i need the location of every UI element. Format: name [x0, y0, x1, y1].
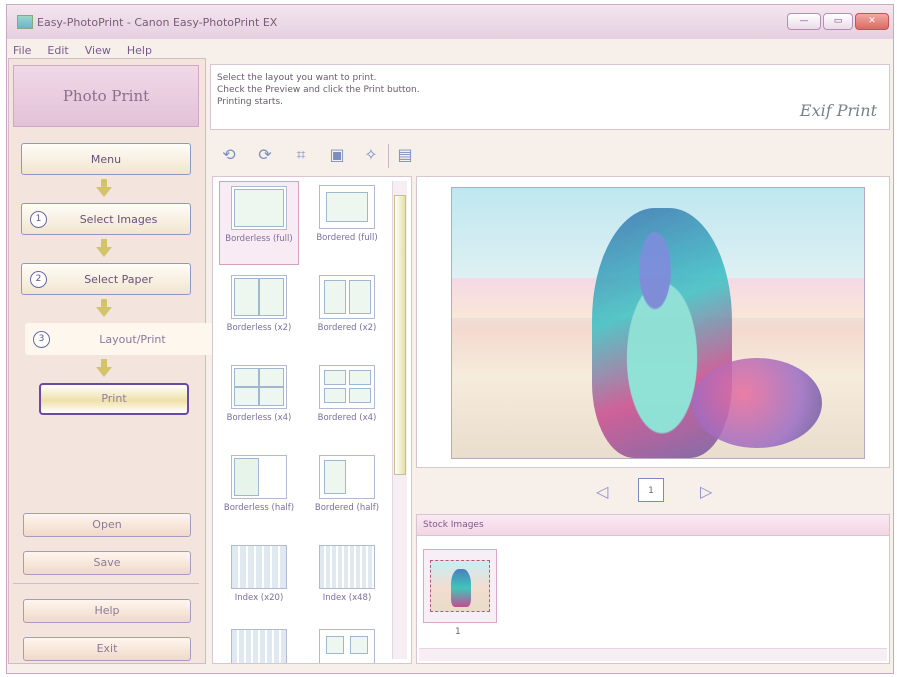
- menu-view[interactable]: View: [83, 44, 113, 57]
- menu-file[interactable]: File: [11, 44, 33, 57]
- layout-item[interactable]: [307, 625, 387, 663]
- layout-item[interactable]: Bordered (x4): [307, 361, 387, 445]
- title-bar: Easy-PhotoPrint - Canon Easy-PhotoPrint …: [7, 5, 893, 39]
- instruction-line: Check the Preview and click the Print bu…: [217, 85, 420, 95]
- layout-thumbnail: [319, 545, 375, 589]
- layout-thumbnail: [231, 275, 287, 319]
- left-navigation-panel: Photo Print Menu 1 Select Images 2 Selec…: [8, 58, 215, 664]
- select-paper-step-button[interactable]: 2 Select Paper: [21, 263, 191, 295]
- layout-thumbnail: [319, 185, 375, 229]
- step-number-icon: 1: [30, 210, 47, 228]
- divider: [13, 583, 199, 584]
- page-navigator: ◁ 1 ▷: [416, 472, 890, 512]
- instructions-panel: Select the layout you want to print. Che…: [210, 64, 890, 130]
- down-arrow-icon: [96, 359, 112, 377]
- photo-object: [692, 358, 822, 448]
- open-button[interactable]: Open: [23, 513, 191, 537]
- layout-label: Index (x48): [322, 593, 372, 603]
- layout-label: Bordered (x2): [317, 323, 377, 333]
- layout-thumbnail: [319, 275, 375, 319]
- stock-image-count: 1: [455, 627, 461, 637]
- down-arrow-icon: [96, 239, 112, 257]
- layout-print-step-button[interactable]: 3 Layout/Print: [25, 323, 215, 355]
- help-button[interactable]: Help: [23, 599, 191, 623]
- layout-label: Borderless (full): [225, 234, 293, 244]
- stock-images-header: Stock Images: [417, 515, 889, 536]
- layout-thumbnail: [231, 629, 287, 663]
- edit-toolbar: ⟲ ⟳ ⌗ ▣ ✧ ▤: [210, 138, 890, 172]
- print-button[interactable]: Print: [39, 383, 189, 415]
- app-icon: [17, 15, 33, 29]
- stock-image-preview: [430, 560, 490, 612]
- layout-thumbnail: [231, 545, 287, 589]
- layout-item[interactable]: Index (x48): [307, 541, 387, 625]
- layout-thumbnail: [319, 629, 375, 663]
- exif-print-logo: Exif Print: [799, 101, 877, 120]
- select-images-step-button[interactable]: 1 Select Images: [21, 203, 191, 235]
- select-images-label: Select Images: [79, 212, 158, 226]
- menu-step-button[interactable]: Menu: [21, 143, 191, 175]
- layout-item[interactable]: Borderless (x2): [219, 271, 299, 355]
- stock-images-panel: Stock Images 1: [416, 514, 890, 664]
- menu-edit[interactable]: Edit: [45, 44, 70, 57]
- window-title: Easy-PhotoPrint - Canon Easy-PhotoPrint …: [37, 16, 278, 29]
- date-settings-icon[interactable]: ▤: [394, 144, 416, 166]
- layout-label: Borderless (x4): [226, 413, 292, 423]
- layout-item[interactable]: Borderless (half): [219, 451, 299, 535]
- layout-thumbnail: [319, 455, 375, 499]
- print-preview: [416, 176, 890, 468]
- close-button[interactable]: ✕: [855, 13, 889, 30]
- stock-horizontal-scrollbar[interactable]: [419, 648, 887, 661]
- panel-header: Photo Print: [13, 65, 199, 127]
- down-arrow-icon: [96, 299, 112, 317]
- rotate-left-icon[interactable]: ⟲: [218, 144, 240, 166]
- instruction-line: Select the layout you want to print.: [217, 73, 377, 83]
- layout-item[interactable]: Borderless (x4): [219, 361, 299, 445]
- layout-item[interactable]: Bordered (half): [307, 451, 387, 535]
- prev-page-icon[interactable]: ◁: [596, 482, 608, 501]
- layout-label: Borderless (half): [223, 503, 295, 513]
- preview-photo[interactable]: [451, 187, 865, 459]
- layout-item[interactable]: [219, 625, 299, 663]
- stock-image-thumbnail[interactable]: [423, 549, 497, 623]
- layout-list: Borderless (full) Bordered (full) Border…: [212, 176, 412, 664]
- step-number-icon: 3: [33, 330, 50, 348]
- down-arrow-icon: [96, 179, 112, 197]
- page-number-box: 1: [638, 478, 664, 502]
- layout-label: Bordered (full): [316, 233, 378, 243]
- layout-label: Index (x20): [234, 593, 284, 603]
- layout-thumbnail: [319, 365, 375, 409]
- layout-thumbnail: [231, 455, 287, 499]
- save-button[interactable]: Save: [23, 551, 191, 575]
- exit-button[interactable]: Exit: [23, 637, 191, 661]
- layout-print-label: Layout/Print: [99, 332, 166, 346]
- toolbar-separator: [388, 144, 389, 168]
- step-number-icon: 2: [30, 270, 47, 288]
- crop-icon[interactable]: ⌗: [290, 144, 312, 166]
- layout-item[interactable]: Bordered (x2): [307, 271, 387, 355]
- frame-icon[interactable]: ▣: [326, 144, 348, 166]
- layout-list-scrollbar[interactable]: [392, 181, 407, 659]
- scrollbar-thumb[interactable]: [394, 195, 406, 475]
- layout-label: Bordered (x4): [317, 413, 377, 423]
- layout-label: Borderless (x2): [226, 323, 292, 333]
- layout-item[interactable]: Borderless (full): [219, 181, 299, 265]
- instruction-line: Printing starts.: [217, 97, 283, 107]
- layout-label: Bordered (half): [314, 503, 380, 513]
- select-paper-label: Select Paper: [84, 272, 153, 286]
- rotate-right-icon[interactable]: ⟳: [254, 144, 276, 166]
- layout-thumbnail: [231, 186, 287, 230]
- maximize-button[interactable]: ▭: [823, 13, 853, 30]
- menu-step-label: Menu: [90, 152, 122, 166]
- correct-image-icon[interactable]: ✧: [360, 144, 382, 166]
- layout-item[interactable]: Index (x20): [219, 541, 299, 625]
- next-page-icon[interactable]: ▷: [700, 482, 712, 501]
- minimize-button[interactable]: —: [787, 13, 821, 30]
- menu-help[interactable]: Help: [125, 44, 154, 57]
- layout-item[interactable]: Bordered (full): [307, 181, 387, 265]
- layout-thumbnail: [231, 365, 287, 409]
